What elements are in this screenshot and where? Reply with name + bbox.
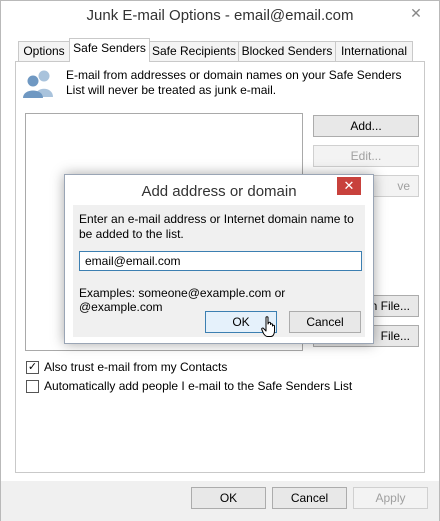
add-button[interactable]: Add... [313, 115, 419, 137]
apply-button[interactable]: Apply [353, 487, 428, 509]
auto-add-label: Automatically add people I e-mail to the… [44, 379, 353, 393]
tab-safe-senders[interactable]: Safe Senders [69, 38, 150, 62]
edit-button[interactable]: Edit... [313, 145, 419, 167]
cancel-button[interactable]: Cancel [272, 487, 347, 509]
dialog-close-button[interactable]: ✕ [337, 177, 361, 195]
dialog-examples: Examples: someone@example.com or @exampl… [79, 286, 286, 314]
footer-bar: OK Cancel Apply [1, 481, 439, 521]
auto-add-checkbox[interactable] [26, 380, 39, 393]
ok-button[interactable]: OK [191, 487, 266, 509]
dialog-body: Enter an e-mail address or Internet doma… [73, 205, 365, 337]
window-title: Junk E-mail Options - email@email.com [86, 7, 354, 24]
trust-contacts-checkbox[interactable]: ✓ [26, 361, 39, 374]
dialog-prompt: Enter an e-mail address or Internet doma… [79, 212, 354, 241]
tab-blocked-senders[interactable]: Blocked Senders [238, 41, 336, 61]
hand-cursor-icon [261, 316, 275, 337]
tab-international[interactable]: International [335, 41, 413, 61]
safe-senders-description: E-mail from addresses or domain names on… [66, 68, 402, 97]
title-bar: Junk E-mail Options - email@email.com ✕ [1, 1, 439, 31]
trust-contacts-label: Also trust e-mail from my Contacts [44, 360, 228, 374]
add-address-dialog: Add address or domain ✕ Enter an e-mail … [64, 174, 374, 344]
tab-options[interactable]: Options [18, 41, 70, 61]
dialog-cancel-button[interactable]: Cancel [289, 311, 361, 333]
window-close-button[interactable]: ✕ [403, 4, 429, 22]
dialog-title: Add address or domain [141, 183, 297, 200]
tab-safe-recipients[interactable]: Safe Recipients [149, 41, 239, 61]
address-input[interactable] [79, 251, 362, 271]
people-icon [23, 70, 53, 98]
